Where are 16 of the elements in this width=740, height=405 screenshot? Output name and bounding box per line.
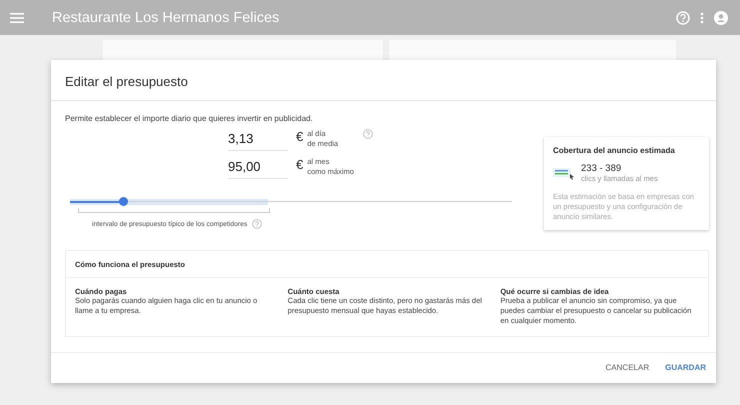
help-icon[interactable] [252, 219, 262, 229]
slider-handle[interactable] [118, 197, 128, 206]
description: Permite establecer el importe diario que quieres invertir en publicidad. [65, 114, 314, 123]
coverage-range: 233 - 389 [581, 163, 622, 174]
currency-symbol: € [296, 157, 304, 172]
help-icon[interactable] [363, 129, 374, 139]
dialog-title: Editar el presupuesto [51, 60, 716, 101]
save-button[interactable]: GUARDAR [659, 359, 712, 376]
app-title: Restaurante Los Hermanos Felices [52, 10, 280, 26]
currency-symbol: € [296, 129, 304, 144]
account-icon[interactable] [714, 10, 728, 24]
listing-icon [553, 166, 575, 180]
menu-icon[interactable] [10, 12, 24, 24]
cancel-button[interactable]: CANCELAR [600, 359, 656, 376]
more-icon[interactable] [700, 12, 704, 24]
coverage-title: Cobertura del anuncio estimada [553, 146, 676, 155]
